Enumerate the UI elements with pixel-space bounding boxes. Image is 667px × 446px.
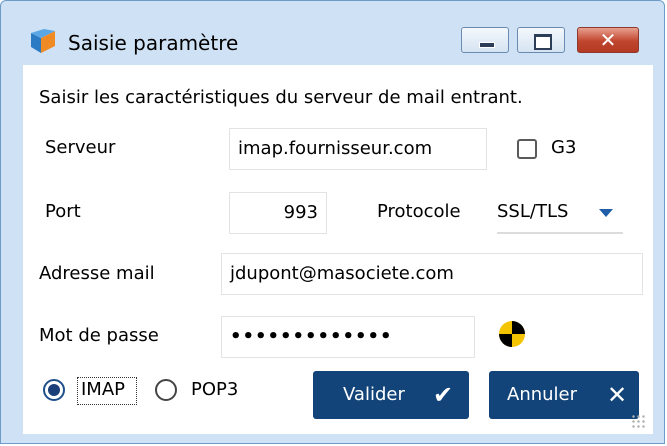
imap-radio[interactable] [43,379,65,401]
radio-selected-dot [48,384,60,396]
maximize-icon [534,34,552,50]
imap-label[interactable]: IMAP [81,379,125,401]
validate-label: Valider [343,384,405,405]
protocol-value: SSL/TLS [497,201,569,222]
x-icon: ✕ [607,381,628,409]
maximize-button[interactable] [517,27,565,53]
dialog-window: Saisie paramètre ✕ Saisir les caractéris… [0,0,665,444]
dialog-content: Saisir les caractéristiques du serveur d… [23,65,653,434]
minimize-icon [479,42,495,48]
g3-label: G3 [551,137,577,158]
window-title: Saisie paramètre [68,31,239,55]
server-label: Serveur [45,137,116,158]
server-input[interactable]: imap.fournisseur.com [229,128,487,170]
show-password-icon[interactable] [497,319,527,349]
validate-button[interactable]: Valider ✔ [313,371,469,419]
close-button[interactable]: ✕ [577,27,639,53]
port-label: Port [45,201,81,222]
resize-grip-icon[interactable] [631,414,645,428]
protocol-select[interactable]: SSL/TLS [497,192,623,234]
instruction-text: Saisir les caractéristiques du serveur d… [39,87,523,108]
pop3-label[interactable]: POP3 [191,379,238,401]
minimize-button[interactable] [461,27,509,53]
password-label: Mot de passe [39,325,159,346]
check-icon: ✔ [433,381,454,409]
dropdown-arrow-icon[interactable] [599,209,613,217]
title-bar[interactable]: Saisie paramètre ✕ [1,1,664,59]
password-input[interactable]: ••••••••••••• [221,316,475,358]
app-logo-icon [29,29,57,55]
protocol-label: Protocole [377,201,461,222]
close-icon: ✕ [599,28,617,52]
g3-checkbox[interactable] [517,139,537,159]
port-input[interactable]: 993 [229,192,327,234]
cancel-label: Annuler [507,384,578,405]
pop3-radio[interactable] [155,379,177,401]
cancel-button[interactable]: Annuler ✕ [489,371,639,419]
email-label: Adresse mail [39,263,155,284]
email-input[interactable]: jdupont@masociete.com [221,253,643,295]
